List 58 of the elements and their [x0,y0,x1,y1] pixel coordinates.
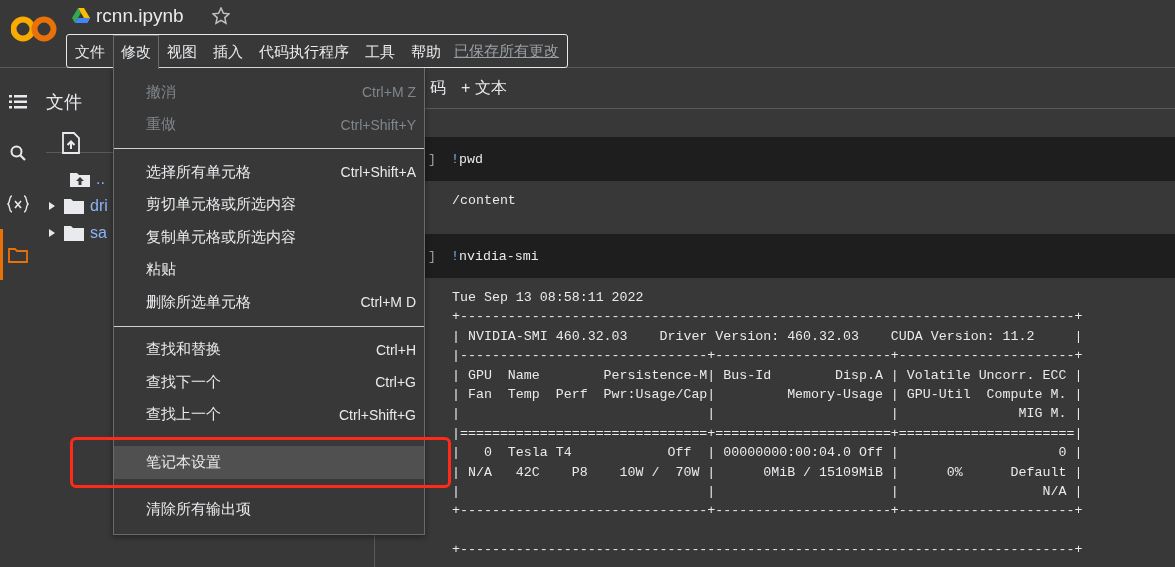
output-line: | NVIDIA-SMI 460.32.03 Driver Version: 460.32.03 CUDA Version: 11.2 | [452,327,1084,346]
output-line: | 0 Tesla T4 Off | 00000000:00:04.0 Off | 0 | [452,444,1084,463]
menu-tab[interactable]: 代码执行程序 [251,35,357,68]
file-tree-item[interactable]: .. [96,169,105,188]
menu-item[interactable]: 选择所有单元格 Ctrl+Shift+A [114,156,424,189]
output-line: | | | N/A | [452,482,1084,501]
output-line: | N/A 42C P8 10W / 70W | 0MiB / 15109MiB | 0% Default | [452,463,1084,482]
menu-tab[interactable]: 修改 [113,35,159,69]
menu-item[interactable]: 笔记本设置 [114,446,424,479]
code-line: !nvidia-smi [451,248,539,264]
notebook-title[interactable]: rcnn.ipynb [96,5,184,27]
menu-tab[interactable]: 插入 [205,35,251,68]
list-icon [9,94,27,109]
menu-tab[interactable]: 工具 [357,35,403,68]
variables-icon [7,194,29,213]
menu-item[interactable]: 剪切单元格或所选内容 [114,188,424,221]
output-line: |===============================+======================+======================| [452,424,1084,443]
parent-folder-icon [70,170,90,187]
file-tree-item[interactable]: sa [90,223,107,242]
output-line: +-------------------------------+----------------------+----------------------+ [452,502,1084,521]
search-icon [10,144,26,161]
output-line: /content [452,192,517,210]
add-cell-button[interactable]: 码 [430,77,446,99]
output-line: | | | MIG M. | [452,405,1084,424]
expand-arrow-icon[interactable] [48,228,56,237]
menu-item[interactable]: 清除所有输出项 [114,493,424,526]
output-line: +-----------------------------------------------------------------------------+ [452,308,1084,327]
folder-icon [64,224,84,241]
menu-item[interactable]: 粘贴 [114,253,424,286]
output-line: | GPU Name Persistence-M| Bus-Id Disp.A | Volatile Uncorr. ECC | [452,366,1084,385]
output-line: Tue Sep 13 08:58:11 2022 [452,289,645,307]
menu-tab[interactable]: 帮助 [403,35,449,68]
code-line: !pwd [451,151,483,167]
file-tree-item[interactable]: dri [90,196,108,215]
menu-item[interactable]: 查找下一个 Ctrl+G [114,366,424,399]
output-line: | Fan Temp Perf Pwr:Usage/Cap| Memory-Usage | GPU-Util Compute M. | [452,385,1084,404]
folder-icon [8,246,28,263]
code-cell[interactable]: ] !pwd [425,137,1175,181]
upload-button[interactable] [62,132,80,152]
panel-title: 文件 [46,91,82,114]
menu-tab[interactable]: 文件 [67,35,113,68]
run-prompt: ] [428,151,436,167]
menu-item[interactable]: 查找上一个 Ctrl+Shift+G [114,398,424,431]
run-prompt: ] [428,248,436,264]
menu-item[interactable]: 复制单元格或所选内容 [114,221,424,254]
output-line: +-----------------------------------------------------------------------------+ [452,541,1084,560]
menu-tab[interactable]: 视图 [159,35,205,68]
menu-item[interactable]: 删除所选单元格 Ctrl+M D [114,286,424,319]
add-cell-button[interactable]: + 文本 [461,77,507,99]
save-status-link[interactable]: 已保存所有更改 [449,35,559,67]
output-line: |-------------------------------+----------------------+----------------------+ [452,347,1084,366]
code-cell[interactable]: ] !nvidia-smi [425,234,1175,278]
drive-icon [72,8,90,24]
colab-logo-icon [11,15,57,43]
folder-icon [64,197,84,214]
upload-file-icon [62,132,80,154]
menu-item[interactable]: 查找和替换 Ctrl+H [114,333,424,366]
expand-arrow-icon[interactable] [48,201,56,210]
